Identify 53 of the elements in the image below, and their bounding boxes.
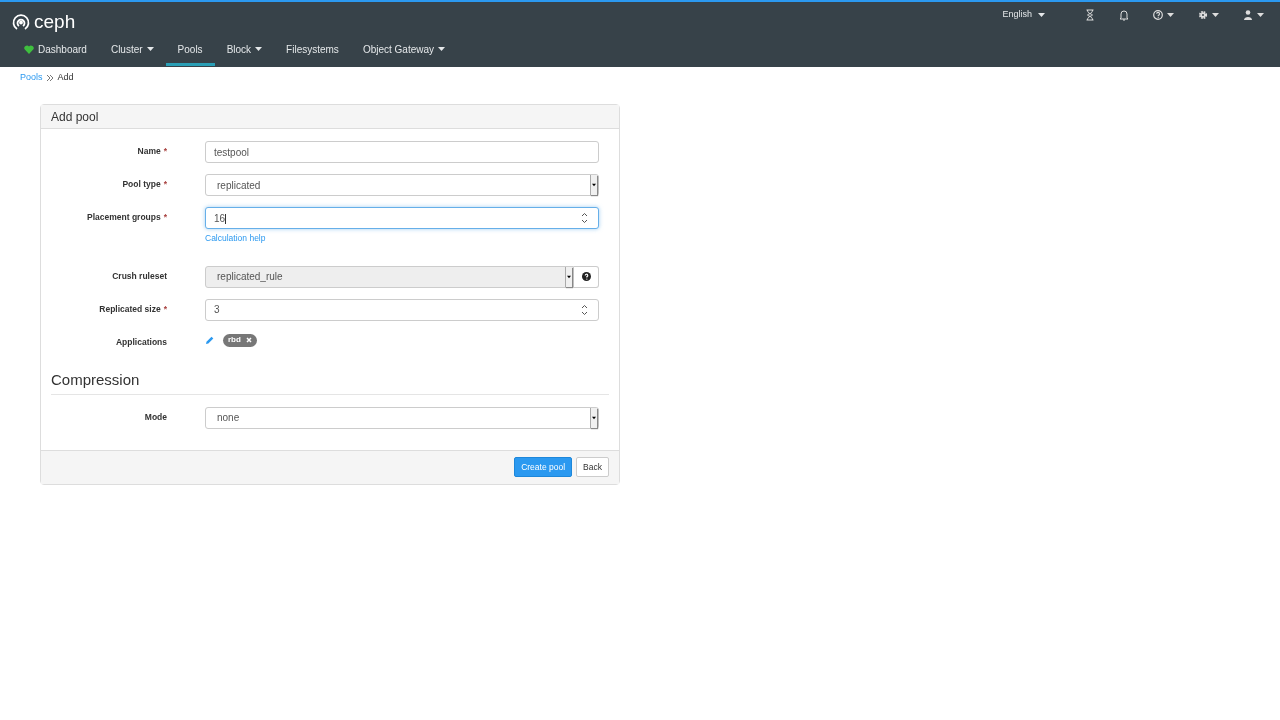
language-dropdown[interactable]: English: [1002, 8, 1045, 22]
caret-icon: [146, 47, 154, 51]
spinner-icon: [581, 303, 588, 316]
breadcrumb-current: Add: [57, 71, 74, 85]
field-label: Mode: [144, 411, 167, 422]
caret-icon: [1167, 13, 1174, 17]
nav-tab[interactable]: Block: [214, 38, 275, 66]
toolbar-button[interactable]: [1153, 9, 1174, 21]
card-title: Add pool: [51, 108, 99, 126]
caret-icon: [592, 183, 596, 187]
edit-pencil-icon: [205, 335, 214, 345]
input-field[interactable]: testpool: [205, 141, 599, 163]
toolbar-button[interactable]: [1085, 9, 1095, 21]
input-field[interactable]: 16: [205, 207, 599, 229]
ceph-logo-icon: [12, 12, 30, 31]
field-label: Placement groups *: [87, 212, 167, 222]
settings-icon: [1198, 9, 1208, 21]
nav-tab[interactable]: Pools: [165, 38, 215, 66]
heart-icon: [24, 44, 34, 54]
bell-icon: [1119, 9, 1129, 21]
section-heading: Compression: [51, 370, 140, 388]
chevron-icon: [46, 75, 54, 81]
caret-icon: [1257, 13, 1264, 17]
caret-icon: [255, 47, 263, 51]
input-field[interactable]: 3: [205, 298, 599, 321]
toolbar-button[interactable]: [1243, 9, 1264, 21]
hourglass-icon: [1085, 9, 1095, 21]
field-label: Replicated size *: [99, 303, 167, 314]
help-icon: [1153, 9, 1163, 21]
field-label: Applications: [116, 336, 167, 347]
toolbar-button[interactable]: [1119, 9, 1129, 21]
caret-icon: [1038, 13, 1045, 17]
toolbar-button[interactable]: [1198, 9, 1219, 21]
nav-tab[interactable]: Object Gateway: [350, 38, 458, 66]
field-label: Crush ruleset: [112, 270, 167, 281]
nav-tab[interactable]: Dashboard: [12, 38, 99, 66]
caret-icon: [592, 415, 596, 420]
field-label: Name *: [137, 146, 167, 156]
caret-icon: [567, 274, 571, 279]
back-button[interactable]: Back: [576, 457, 609, 477]
nav-tab[interactable]: Filesystems: [274, 38, 351, 66]
caret-icon: [1212, 13, 1219, 17]
dropdown-field[interactable]: replicated: [205, 174, 599, 196]
field-label: Pool type *: [122, 179, 167, 189]
spinner-icon: [581, 212, 588, 224]
remove-icon: [245, 337, 252, 344]
dropdown-field[interactable]: none: [205, 406, 599, 429]
question-icon: [581, 272, 591, 282]
user-icon: [1243, 9, 1253, 21]
caret-icon: [438, 47, 446, 51]
nav-tab[interactable]: Cluster: [98, 38, 166, 66]
brand-name: ceph: [34, 12, 76, 31]
application-tag[interactable]: rbd: [223, 333, 257, 347]
